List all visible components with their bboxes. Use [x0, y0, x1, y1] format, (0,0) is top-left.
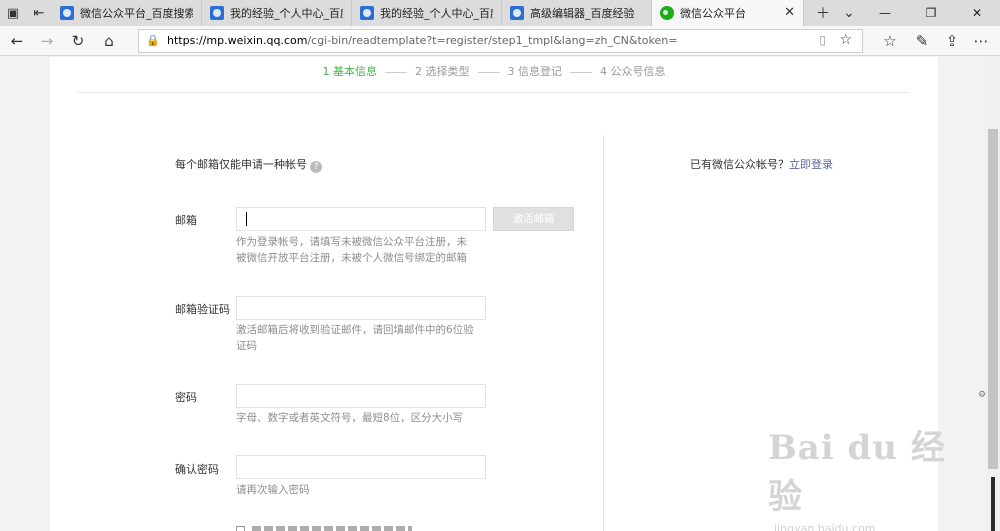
close-tab-icon[interactable]: ✕	[784, 5, 795, 20]
tab-title: 微信公众平台_百度搜索	[80, 7, 193, 20]
scroll-indicator	[991, 477, 995, 531]
refresh-icon[interactable]: ↻	[67, 31, 89, 51]
code-hint: 激活邮箱后将收到验证邮件，请回填邮件中的6位验证码	[236, 324, 474, 352]
watermark-logo: Bai du 经验	[768, 428, 946, 517]
url-text[interactable]: https://mp.weixin.qq.com/cgi-bin/readtem…	[167, 34, 677, 47]
page-scrollbar[interactable]	[986, 57, 1000, 531]
code-label: 邮箱验证码	[175, 303, 230, 316]
favorites-list-icon[interactable]: ☆	[879, 31, 901, 51]
notice-text: 每个邮箱仅能申请一种帐号	[175, 158, 307, 171]
minimize-icon[interactable]: —	[862, 0, 908, 26]
step-1: 1 基本信息	[322, 65, 378, 78]
text-caret	[246, 212, 247, 226]
wechat-favicon-icon	[660, 6, 674, 20]
tab-2[interactable]: 我的经验_个人中心_百度经验	[352, 0, 502, 26]
back-icon[interactable]: ←	[6, 31, 28, 51]
email-label: 邮箱	[175, 214, 197, 227]
close-window-icon[interactable]: ✕	[954, 0, 1000, 26]
url-host: https://mp.weixin.qq.com	[167, 34, 308, 47]
baidu-favicon-icon	[60, 6, 74, 20]
favorite-star-icon[interactable]: ☆	[839, 32, 852, 48]
password-input[interactable]	[236, 384, 486, 408]
email-input[interactable]	[236, 207, 486, 231]
tab-title: 微信公众平台	[680, 7, 746, 20]
confirm-label: 确认密码	[175, 463, 219, 476]
baidu-favicon-icon	[210, 6, 224, 20]
password-hint: 字母、数字或者英文符号，最短8位，区分大小写	[236, 412, 464, 424]
scrollbar-thumb[interactable]	[988, 129, 998, 469]
register-steps: 1 基本信息 2 选择类型 3 信息登记 4 公众号信息	[50, 63, 938, 79]
tab-3[interactable]: 高级编辑器_百度经验	[502, 0, 652, 26]
agreement-checkbox[interactable]	[236, 526, 245, 531]
agreement-row-partial	[236, 526, 476, 531]
address-bar[interactable]: 🔒 https://mp.weixin.qq.com/cgi-bin/readt…	[138, 29, 863, 53]
tab-title: 高级编辑器_百度经验	[530, 7, 635, 20]
share-icon[interactable]: ⇪	[941, 31, 963, 51]
chevron-down-icon[interactable]: ⌄	[836, 5, 862, 21]
help-icon[interactable]: ?	[310, 161, 322, 173]
home-icon[interactable]: ⌂	[98, 31, 120, 51]
confirm-password-input[interactable]	[236, 455, 486, 479]
forward-icon[interactable]: →	[36, 31, 58, 51]
have-account: 已有微信公众帐号？立即登录	[690, 156, 833, 172]
navigation-bar: ← → ↻ ⌂ 🔒 https://mp.weixin.qq.com/cgi-b…	[0, 26, 1000, 56]
restore-icon[interactable]: ❐	[908, 0, 954, 26]
confirm-hint: 请再次输入密码	[236, 484, 310, 496]
watermark-url: jingyan.baidu.com	[774, 522, 876, 531]
divider	[78, 92, 908, 93]
more-icon[interactable]: ⋯	[970, 31, 992, 51]
baidu-jingyan-watermark: Bai du 经验 jingyan.baidu.com	[768, 420, 948, 531]
lock-icon: 🔒	[146, 34, 160, 47]
baidu-favicon-icon	[510, 6, 524, 20]
tab-title: 我的经验_个人中心_百度经验	[380, 7, 493, 20]
activate-email-button[interactable]: 激活邮箱	[493, 207, 574, 231]
email-notice: 每个邮箱仅能申请一种帐号?	[175, 156, 322, 173]
tab-bar: ▣ ⇤ 微信公众平台_百度搜索 我的经验_个人中心_百度经验 我的经验_个人中心…	[0, 0, 1000, 26]
have-account-text: 已有微信公众帐号？	[690, 158, 789, 171]
step-4: 4 公众号信息	[600, 65, 666, 78]
step-3: 3 信息登记	[507, 65, 563, 78]
new-tab-icon[interactable]: ＋	[810, 3, 836, 23]
email-hint: 作为登录帐号，请填写未被微信公众平台注册，未被微信开放平台注册，未被个人微信号绑…	[236, 236, 467, 264]
baidu-favicon-icon	[360, 6, 374, 20]
code-input[interactable]	[236, 296, 486, 320]
login-link[interactable]: 立即登录	[789, 158, 833, 171]
set-aside-tabs-icon[interactable]: ⇤	[26, 0, 52, 26]
url-path: /cgi-bin/readtemplate?t=register/step1_t…	[307, 34, 678, 47]
tab-manager-icon[interactable]: ▣	[0, 0, 26, 26]
password-label: 密码	[175, 391, 197, 404]
reading-view-icon[interactable]: ▯	[819, 33, 826, 47]
vertical-divider	[603, 135, 604, 531]
tab-1[interactable]: 我的经验_个人中心_百度经验	[202, 0, 352, 26]
tab-4-active[interactable]: 微信公众平台 ✕	[652, 0, 804, 26]
tab-0[interactable]: 微信公众平台_百度搜索	[52, 0, 202, 26]
step-2: 2 选择类型	[415, 65, 470, 78]
agreement-text-cut	[252, 526, 412, 531]
tab-title: 我的经验_个人中心_百度经验	[230, 7, 343, 20]
pen-icon[interactable]: ✎	[911, 31, 933, 51]
settings-gear-icon[interactable]: ⚙	[978, 390, 986, 400]
